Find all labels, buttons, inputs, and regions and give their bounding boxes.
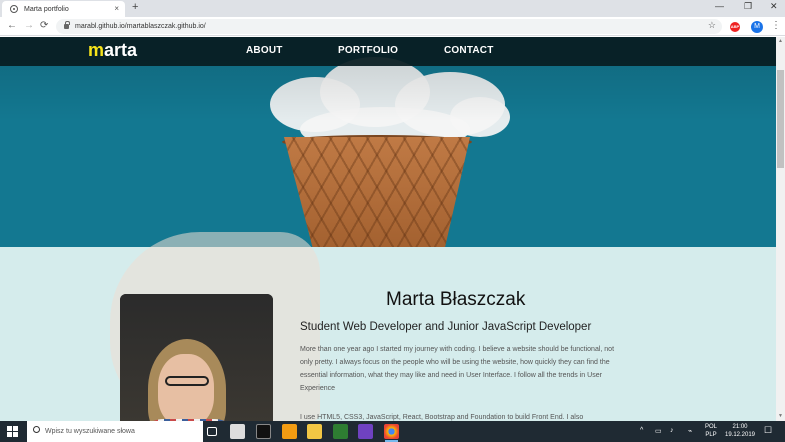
volume-icon[interactable]: ♪ — [670, 427, 674, 434]
clock-date: 19.12.2019 — [724, 432, 756, 438]
tray-chevron-icon[interactable]: ^ — [640, 427, 643, 434]
search-placeholder: Wpisz tu wyszukiwane słowa — [45, 428, 135, 435]
browser-toolbar: ← → ⟳ marabl.github.io/martablaszczak.gi… — [0, 17, 785, 36]
profile-avatar[interactable]: M — [751, 21, 763, 33]
windows-taskbar: Wpisz tu wyszukiwane słowa ^ ▭ ♪ ⌁ POL P… — [0, 421, 785, 442]
terminal-icon[interactable] — [256, 424, 271, 439]
windows-start-icon[interactable] — [7, 426, 18, 437]
new-tab-button[interactable]: + — [132, 1, 138, 13]
page-scrollbar[interactable]: ▲ ▼ — [776, 37, 785, 421]
minimize-button[interactable]: — — [715, 1, 724, 11]
gitkraken-icon[interactable] — [333, 424, 348, 439]
bookmark-star-icon[interactable]: ☆ — [708, 20, 716, 31]
browser-tab[interactable]: Marta portfolio × — [2, 1, 125, 17]
browser-menu-icon[interactable]: ⋮ — [771, 20, 781, 31]
network-icon[interactable]: ⌁ — [688, 427, 692, 435]
web-page: marta ABOUT PORTFOLIO CONTACT — [0, 37, 776, 421]
task-view-icon[interactable] — [207, 427, 217, 436]
maximize-button[interactable]: ❐ — [744, 1, 752, 12]
tab-close-icon[interactable]: × — [114, 4, 119, 13]
search-icon — [33, 426, 40, 433]
lock-icon — [64, 21, 70, 29]
address-bar[interactable]: marabl.github.io/martablaszczak.github.i… — [56, 19, 722, 34]
file-explorer-icon[interactable] — [307, 424, 322, 439]
scrollbar-thumb[interactable] — [777, 70, 784, 168]
adblock-extension-icon[interactable]: ABP — [730, 22, 740, 32]
mail-icon[interactable] — [230, 424, 245, 439]
visual-studio-icon[interactable] — [358, 424, 373, 439]
tab-title: Marta portfolio — [24, 5, 69, 13]
hero-image — [0, 37, 776, 247]
url-text: marabl.github.io/martablaszczak.github.i… — [75, 23, 206, 30]
back-button[interactable]: ← — [7, 20, 17, 32]
battery-icon[interactable]: ▭ — [655, 427, 662, 435]
chrome-icon[interactable] — [384, 424, 399, 442]
nav-portfolio-link[interactable]: PORTFOLIO — [338, 45, 398, 56]
taskbar-clock[interactable]: 21:00 19.12.2019 — [722, 423, 758, 439]
site-navbar: marta ABOUT PORTFOLIO CONTACT — [0, 37, 776, 66]
nav-contact-link[interactable]: CONTACT — [444, 45, 494, 56]
nav-about-link[interactable]: ABOUT — [246, 45, 283, 56]
sublime-text-icon[interactable] — [282, 424, 297, 439]
forward-button[interactable]: → — [24, 20, 34, 32]
reload-button[interactable]: ⟳ — [40, 20, 48, 32]
site-logo[interactable]: marta — [88, 40, 137, 61]
notification-center-icon[interactable]: ☐ — [764, 425, 772, 436]
clock-time: 21:00 — [732, 424, 748, 430]
globe-icon — [10, 5, 18, 13]
hand-overlay — [110, 232, 320, 421]
scroll-up-arrow-icon[interactable]: ▲ — [778, 38, 783, 44]
scroll-down-arrow-icon[interactable]: ▼ — [778, 413, 783, 419]
language-indicator[interactable]: POL PLP — [705, 423, 717, 439]
close-window-button[interactable]: ✕ — [770, 1, 778, 12]
tab-bar: Marta portfolio × + — ❐ ✕ — [0, 0, 785, 17]
taskbar-search-input[interactable]: Wpisz tu wyszukiwane słowa — [27, 421, 203, 442]
